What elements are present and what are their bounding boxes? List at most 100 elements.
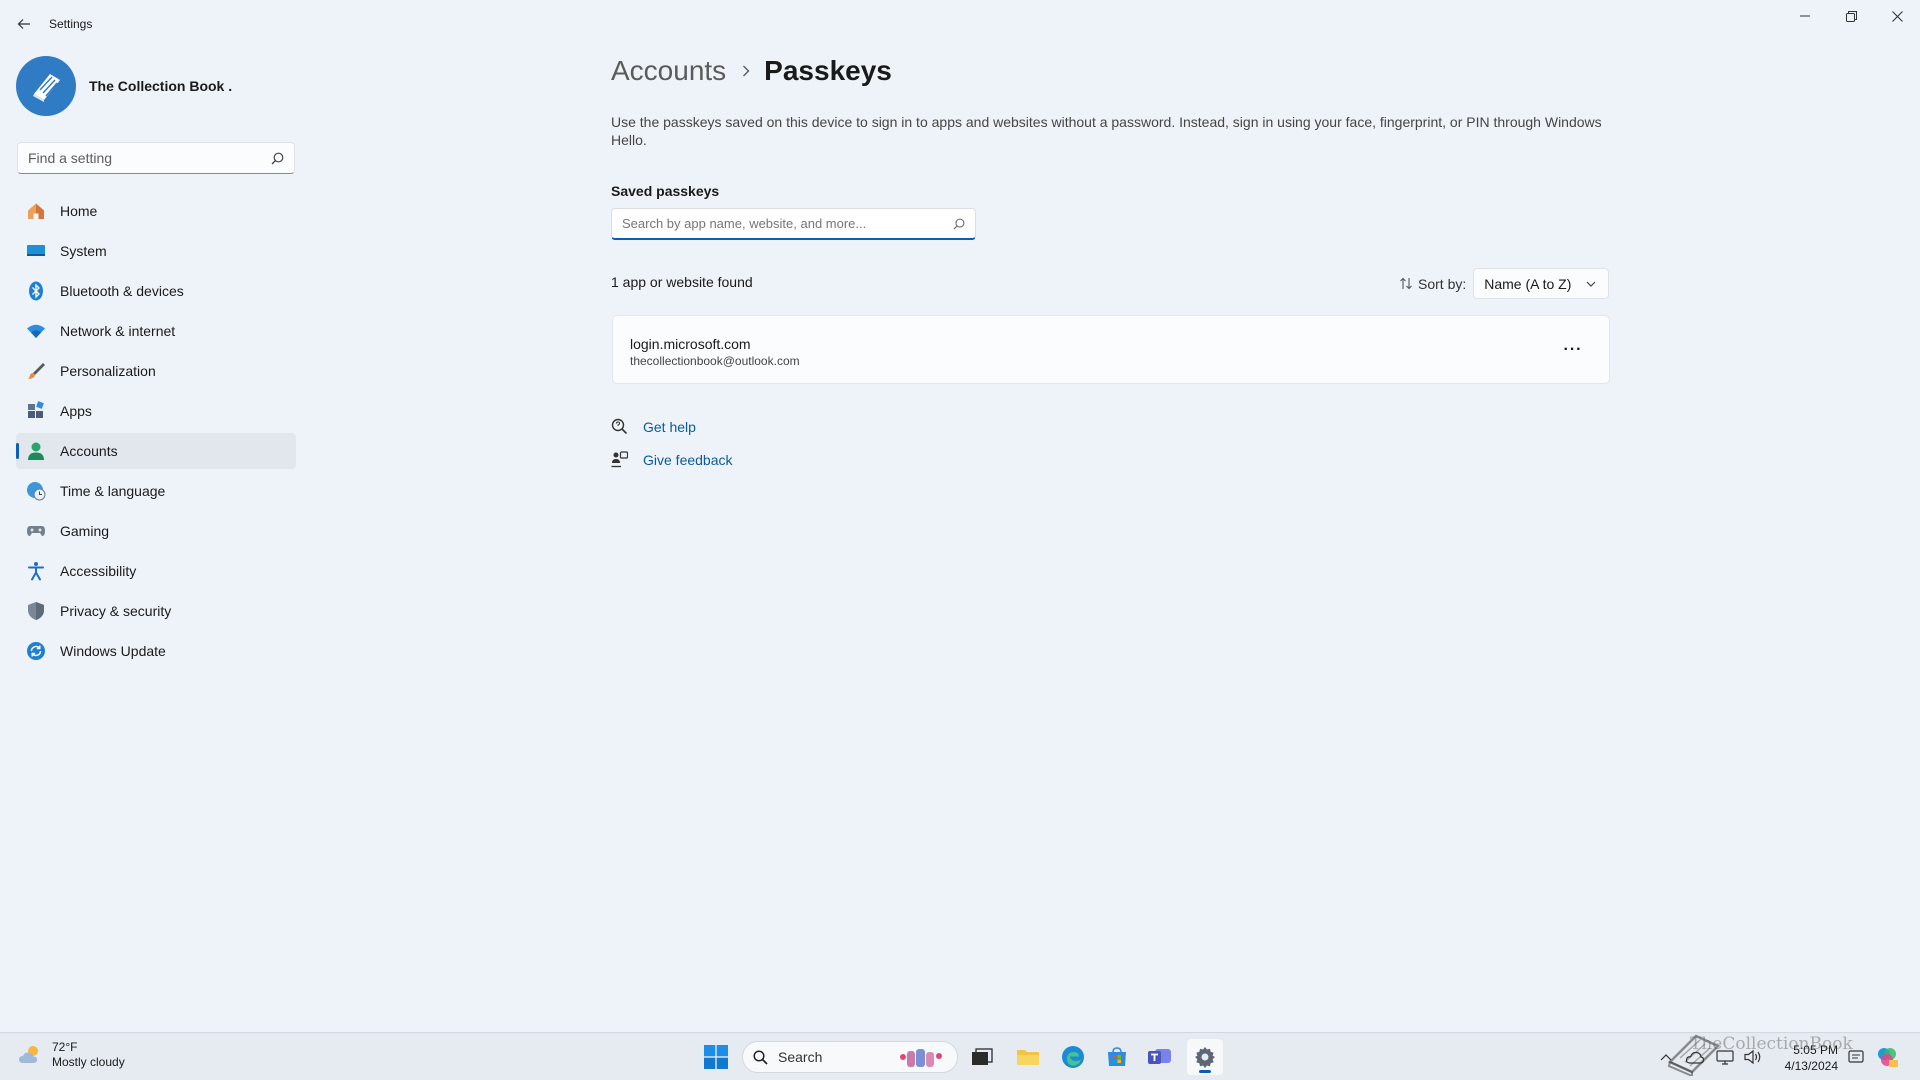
sort-icon: [1400, 277, 1412, 290]
accounts-icon: [26, 441, 46, 461]
help-chat-icon: [611, 418, 628, 435]
teams-button[interactable]: [1142, 1039, 1178, 1075]
title-bar: Settings: [0, 0, 1920, 48]
settings-app-button[interactable]: [1187, 1039, 1223, 1075]
home-icon: [26, 201, 46, 221]
edge-browser-button[interactable]: [1055, 1039, 1091, 1075]
windows-logo-icon: [704, 1045, 728, 1069]
sidebar-item-accounts[interactable]: Accounts: [16, 433, 296, 469]
system-icon: [26, 241, 46, 261]
task-view-button[interactable]: [964, 1039, 1000, 1075]
accessibility-icon: [26, 561, 46, 581]
start-button[interactable]: [704, 1045, 728, 1069]
passkey-site: login.microsoft.com: [630, 336, 751, 352]
weather-temp: 72°F: [52, 1040, 78, 1054]
give-feedback-label: Give feedback: [643, 451, 733, 468]
sidebar-item-time-language[interactable]: Time & language: [16, 473, 296, 509]
sort-dropdown[interactable]: Name (A to Z): [1473, 268, 1610, 299]
gear-icon: [1195, 1047, 1215, 1068]
weather-widget[interactable]: 72°F Mostly cloudy: [18, 1040, 125, 1070]
sidebar-item-apps[interactable]: Apps: [16, 393, 296, 429]
gamepad-icon: [26, 521, 46, 541]
restore-button[interactable]: [1828, 0, 1874, 32]
sidebar-item-label: Network & internet: [60, 323, 176, 339]
weather-text: 72°F Mostly cloudy: [52, 1040, 125, 1070]
find-setting-search[interactable]: [17, 142, 295, 174]
sidebar-item-label: Accessibility: [60, 563, 137, 579]
sidebar-item-gaming[interactable]: Gaming: [16, 513, 296, 549]
passkey-search-box[interactable]: [611, 208, 976, 240]
user-profile[interactable]: The Collection Book .: [16, 56, 232, 116]
sidebar-item-label: Time & language: [60, 483, 166, 499]
sidebar-item-windows-update[interactable]: Windows Update: [16, 633, 296, 669]
sidebar-item-system[interactable]: System: [16, 233, 296, 269]
page-title: Passkeys: [764, 55, 892, 86]
close-button[interactable]: [1874, 0, 1920, 32]
breadcrumb-accounts-link[interactable]: Accounts: [611, 55, 726, 87]
search-highlight-icon: [900, 1049, 942, 1067]
book-icon: [33, 74, 60, 102]
page-description: Use the passkeys saved on this device to…: [611, 114, 1602, 148]
sidebar-item-privacy[interactable]: Privacy & security: [16, 593, 296, 629]
passkey-search-input[interactable]: [622, 216, 953, 231]
globe-clock-icon: [26, 481, 46, 501]
sidebar-item-accessibility[interactable]: Accessibility: [16, 553, 296, 589]
store-button[interactable]: [1099, 1039, 1135, 1075]
sort-dropdown-value: Name (A to Z): [1484, 275, 1572, 292]
sidebar-item-label: Bluetooth & devices: [60, 283, 184, 299]
get-help-link[interactable]: Get help: [611, 418, 696, 435]
passkey-item[interactable]: login.microsoft.com thecollectionbook@ou…: [612, 315, 1610, 384]
app-title: Settings: [49, 17, 93, 31]
get-help-label: Get help: [643, 418, 696, 435]
weather-desc: Mostly cloudy: [52, 1055, 125, 1069]
chevron-down-icon: [1586, 281, 1596, 287]
sidebar-item-network[interactable]: Network & internet: [16, 313, 296, 349]
folder-icon: [1017, 1050, 1039, 1065]
file-explorer-button[interactable]: [1010, 1039, 1046, 1075]
update-icon: [26, 641, 46, 661]
sidebar-item-home[interactable]: Home: [16, 193, 296, 229]
give-feedback-link[interactable]: Give feedback: [611, 451, 733, 468]
teams-icon: [1148, 1049, 1171, 1064]
watermark-text: TheCollectionBook: [1690, 1034, 1853, 1054]
sidebar-item-label: Personalization: [60, 363, 156, 379]
sidebar-item-personalization[interactable]: Personalization: [16, 353, 296, 389]
sidebar-nav: Home System Bluetooth & devices Network …: [16, 193, 296, 673]
back-button[interactable]: [12, 12, 36, 36]
bluetooth-icon: [26, 281, 46, 301]
search-icon: [953, 218, 965, 229]
restore-icon: [1845, 10, 1857, 22]
sidebar-item-label: Privacy & security: [60, 603, 172, 619]
profile-name: The Collection Book .: [89, 78, 233, 94]
apps-icon: [26, 401, 46, 421]
breadcrumb: Accounts Passkeys: [611, 55, 892, 87]
taskbar: 72°F Mostly cloudy Search 5:05 PM 4/13/2…: [0, 1032, 1920, 1080]
shield-icon: [26, 601, 46, 621]
brush-icon: [26, 361, 46, 381]
copilot-icon[interactable]: [1876, 1046, 1898, 1068]
sidebar-item-label: System: [60, 243, 107, 259]
taskbar-search-label: Search: [778, 1049, 823, 1065]
minimize-icon: [1800, 15, 1810, 17]
sidebar-item-label: Accounts: [60, 443, 118, 459]
sidebar-item-label: Gaming: [60, 523, 110, 539]
chevron-right-icon: [742, 65, 750, 77]
sort-control: Sort by: Name (A to Z): [1400, 268, 1610, 299]
taskbar-search[interactable]: Search: [742, 1041, 958, 1073]
search-icon: [271, 152, 284, 164]
sidebar-item-label: Home: [60, 203, 98, 219]
find-setting-input[interactable]: [28, 150, 271, 166]
more-options-button[interactable]: ···: [1557, 336, 1589, 364]
saved-passkeys-title: Saved passkeys: [611, 183, 720, 199]
sidebar-item-bluetooth[interactable]: Bluetooth & devices: [16, 273, 296, 309]
minimize-button[interactable]: [1782, 0, 1828, 32]
more-icon: ···: [1563, 341, 1583, 358]
sort-label: Sort by:: [1418, 275, 1467, 292]
clock-date: 4/13/2024: [1784, 1059, 1838, 1073]
passkey-account: thecollectionbook@outlook.com: [630, 354, 800, 368]
avatar: [16, 56, 76, 116]
cloud-sun-icon: [19, 1046, 38, 1063]
edge-icon: [1062, 1046, 1084, 1068]
sidebar-item-label: Apps: [60, 403, 92, 419]
feedback-icon: [611, 451, 628, 468]
